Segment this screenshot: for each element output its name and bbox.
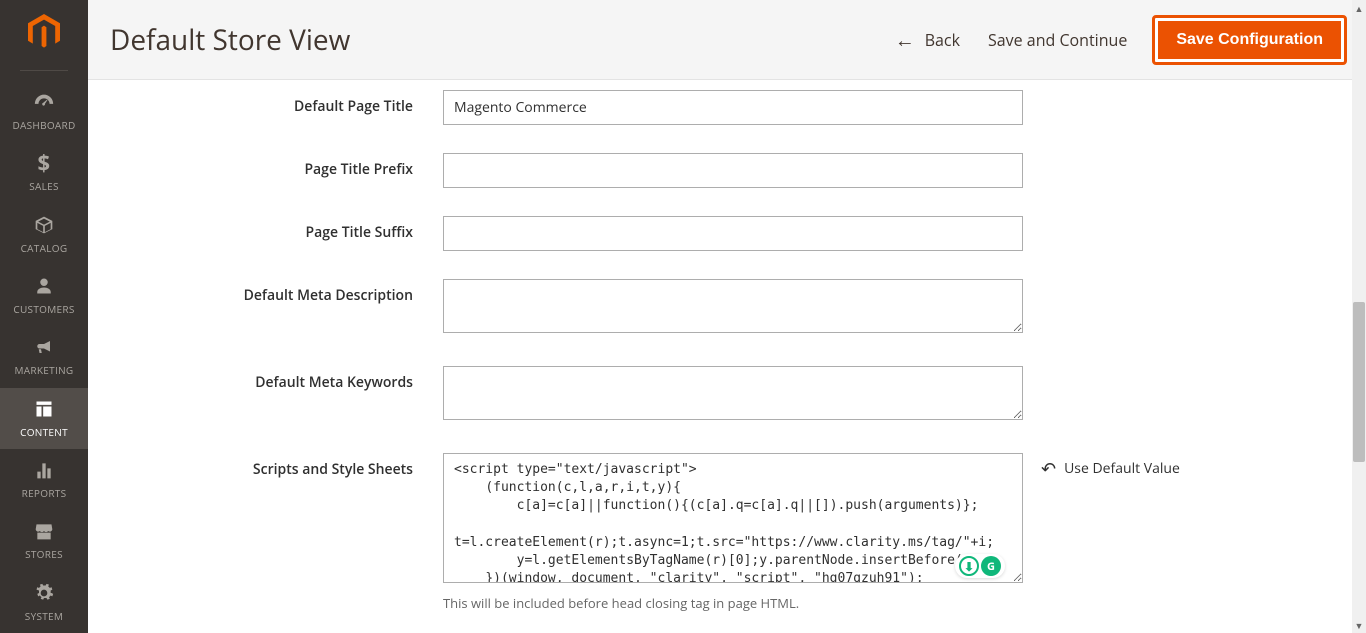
megaphone-icon [33,336,55,358]
row-default-meta-description: Default Meta Description [118,279,1336,338]
label-page-title-suffix: Page Title Suffix [118,216,443,242]
nav-label: CUSTOMERS [13,302,74,316]
row-default-page-title: Default Page Title [118,90,1336,125]
use-default-value-button[interactable]: ↶ Use Default Value [1023,453,1180,478]
back-label: Back [925,29,960,51]
undo-icon: ↶ [1041,460,1056,478]
header-bar: Default Store View ← Back Save and Conti… [88,0,1366,80]
gauge-icon [33,91,55,113]
box-icon [34,214,54,236]
label-default-page-title: Default Page Title [118,90,443,116]
sidebar: DASHBOARD $ SALES CATALOG CUSTOMERS MARK… [0,0,88,633]
use-default-label: Use Default Value [1064,459,1180,478]
nav-divider [20,70,68,71]
scroll-down-icon[interactable]: ▼ [1352,617,1366,633]
dollar-icon: $ [38,152,51,174]
header-actions: ← Back Save and Continue Save Configurat… [895,18,1344,62]
gear-icon [34,582,54,604]
nav-label: REPORTS [22,486,67,500]
magento-logo[interactable] [24,12,64,52]
sidebar-item-content[interactable]: CONTENT [0,388,88,449]
sidebar-item-reports[interactable]: REPORTS [0,449,88,510]
textarea-default-meta-keywords[interactable] [443,366,1023,420]
sidebar-item-sales[interactable]: $ SALES [0,142,88,203]
nav-label: SALES [29,179,59,193]
nav-label: CONTENT [20,425,68,439]
sidebar-item-marketing[interactable]: MARKETING [0,326,88,387]
scrollbar-thumb[interactable] [1353,302,1365,462]
input-page-title-prefix[interactable] [443,153,1023,188]
sidebar-item-customers[interactable]: CUSTOMERS [0,265,88,326]
input-page-title-suffix[interactable] [443,216,1023,251]
label-scripts-stylesheets: Scripts and Style Sheets [118,453,443,479]
grammarly-status-icon: ⬇ [959,556,979,576]
bars-icon [34,459,54,481]
store-icon [33,520,55,542]
row-default-meta-keywords: Default Meta Keywords [118,366,1336,425]
scroll-up-icon[interactable]: ▲ [1352,0,1366,16]
label-page-title-prefix: Page Title Prefix [118,153,443,179]
layout-icon [34,398,54,420]
row-page-title-prefix: Page Title Prefix [118,153,1336,188]
page-title: Default Store View [110,21,895,59]
nav-label: CATALOG [21,241,68,255]
nav-label: STORES [25,547,63,561]
row-page-title-suffix: Page Title Suffix [118,216,1336,251]
row-scripts-stylesheets: Scripts and Style Sheets ⬇ G ↶ Use Defau… [118,453,1336,588]
nav-label: MARKETING [15,363,74,377]
grammarly-logo-icon: G [981,556,1001,576]
input-default-page-title[interactable] [443,90,1023,125]
grammarly-widget[interactable]: ⬇ G [955,554,1005,578]
textarea-scripts-stylesheets[interactable] [443,453,1023,583]
nav-label: DASHBOARD [12,118,75,132]
save-and-continue-button[interactable]: Save and Continue [988,29,1127,51]
sidebar-item-stores[interactable]: STORES [0,510,88,571]
sidebar-item-dashboard[interactable]: DASHBOARD [0,81,88,142]
label-default-meta-description: Default Meta Description [118,279,443,305]
sidebar-item-catalog[interactable]: CATALOG [0,204,88,265]
back-button[interactable]: ← Back [895,29,960,51]
form-body: Default Page Title Page Title Prefix Pag… [88,80,1366,633]
nav-label: SYSTEM [25,609,63,623]
scripts-note: This will be included before head closin… [443,594,1336,612]
save-configuration-button[interactable]: Save Configuration [1155,18,1344,62]
arrow-left-icon: ← [895,30,915,50]
main-content: Default Store View ← Back Save and Conti… [88,0,1366,633]
textarea-default-meta-description[interactable] [443,279,1023,333]
scrollbar-track[interactable]: ▲ ▼ [1352,0,1366,633]
label-default-meta-keywords: Default Meta Keywords [118,366,443,392]
sidebar-item-system[interactable]: SYSTEM [0,572,88,633]
person-icon [35,275,53,297]
